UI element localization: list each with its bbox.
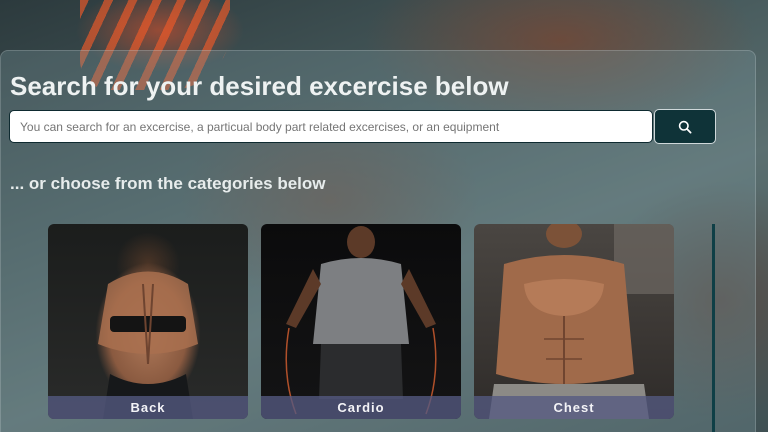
category-card-cardio[interactable]: Cardio <box>261 224 461 419</box>
search-icon <box>678 120 692 134</box>
cardio-jump-rope-photo <box>261 224 461 419</box>
category-label-bar: Back <box>48 396 248 419</box>
category-label: Cardio <box>337 400 385 415</box>
categories-heading: ... or choose from the categories below <box>10 174 326 193</box>
category-card-back[interactable]: Back <box>48 224 248 419</box>
categories-scrollbar[interactable] <box>712 224 715 432</box>
page-title: Search for your desired excercise below <box>10 71 509 101</box>
category-label: Back <box>130 400 166 415</box>
category-card-chest[interactable]: Chest <box>474 224 674 419</box>
back-muscles-photo <box>48 224 248 419</box>
search-input[interactable] <box>9 110 653 143</box>
category-label-bar: Cardio <box>261 396 461 419</box>
chest-muscles-photo <box>474 224 674 419</box>
category-label: Chest <box>553 400 595 415</box>
category-label-bar: Chest <box>474 396 674 419</box>
search-button[interactable] <box>654 109 716 144</box>
